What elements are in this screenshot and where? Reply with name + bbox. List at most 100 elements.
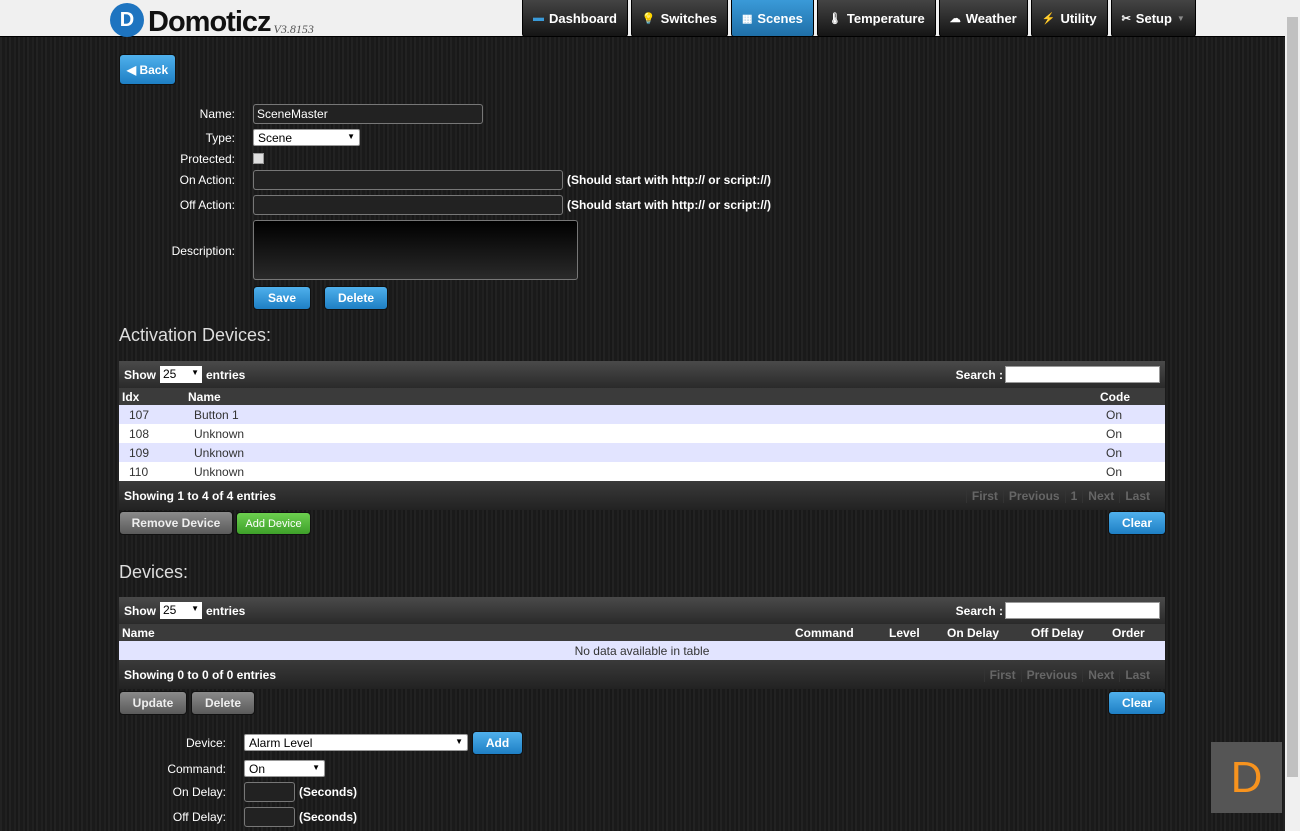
show-label: Show xyxy=(124,603,156,618)
scrollbar-thumb[interactable] xyxy=(1287,17,1298,777)
nav-dashboard[interactable]: ▬ Dashboard xyxy=(522,0,628,37)
update-button[interactable]: Update xyxy=(119,691,187,715)
nav-label: Utility xyxy=(1060,10,1097,26)
nav-label: Setup xyxy=(1135,10,1172,26)
col-idx[interactable]: Idx xyxy=(122,390,139,404)
activation-devices-title: Activation Devices: xyxy=(119,325,272,345)
page-last[interactable]: Last xyxy=(1119,667,1155,682)
name-label: Name: xyxy=(199,107,235,121)
cell-name: Unknown xyxy=(194,426,245,441)
cell-name: Button 1 xyxy=(194,407,239,422)
on-delay-unit: (Seconds) xyxy=(299,785,358,799)
col-code[interactable]: Code xyxy=(1100,390,1130,404)
nav-setup[interactable]: ✂ Setup ▼ xyxy=(1110,0,1196,37)
off-action-input[interactable] xyxy=(253,195,563,215)
off-action-label: Off Action: xyxy=(179,198,235,212)
page-previous[interactable]: Previous xyxy=(1020,667,1083,682)
app-version: V3.8153 xyxy=(273,22,314,36)
clear-devices-button[interactable]: Clear xyxy=(1108,691,1166,715)
command-select[interactable]: On xyxy=(244,760,325,777)
type-label: Type: xyxy=(205,131,235,145)
table-info: Showing 1 to 4 of 4 entries xyxy=(124,488,277,503)
nav-utility[interactable]: ⚡ Utility xyxy=(1030,0,1108,37)
save-button[interactable]: Save xyxy=(253,286,311,310)
table-row[interactable]: 110 Unknown On xyxy=(119,462,1165,481)
pagination: First Previous Next Last xyxy=(983,667,1155,682)
page-previous[interactable]: Previous xyxy=(1002,488,1065,503)
page-first[interactable]: First xyxy=(983,667,1021,682)
on-delay-label: On Delay: xyxy=(172,785,226,799)
on-action-label: On Action: xyxy=(179,173,235,187)
page-last[interactable]: Last xyxy=(1119,488,1155,503)
dashboard-icon: ▬ xyxy=(533,12,544,24)
name-input[interactable]: SceneMaster xyxy=(253,104,483,124)
description-textarea[interactable] xyxy=(253,220,578,280)
devices-title: Devices: xyxy=(119,562,189,582)
cell-name: Unknown xyxy=(194,464,245,479)
nav-switches[interactable]: 💡 Switches xyxy=(630,0,728,37)
col-order[interactable]: Order xyxy=(1112,626,1145,640)
col-off-delay[interactable]: Off Delay xyxy=(1031,626,1084,640)
app-name: Domoticz xyxy=(148,6,271,38)
off-delay-input[interactable] xyxy=(244,807,295,827)
pagination: First Previous 1 Next Last xyxy=(965,488,1155,503)
page-first[interactable]: First xyxy=(965,488,1003,503)
cell-code: On xyxy=(1106,407,1123,422)
search-input[interactable] xyxy=(1005,366,1160,383)
table-row[interactable]: 109 Unknown On xyxy=(119,443,1165,462)
col-name[interactable]: Name xyxy=(188,390,221,404)
on-action-hint: (Should start with http:// or script://) xyxy=(567,173,771,187)
domoticz-badge[interactable]: D xyxy=(1211,742,1282,813)
scrollbar[interactable] xyxy=(1285,0,1300,831)
scenes-icon: ▦ xyxy=(741,12,753,25)
col-name[interactable]: Name xyxy=(122,626,155,640)
protected-checkbox[interactable] xyxy=(253,153,264,164)
cell-code: On xyxy=(1106,464,1123,479)
cell-idx: 110 xyxy=(129,464,149,479)
search-input[interactable] xyxy=(1005,602,1160,619)
top-header: D Domoticz V3.8153 ▬ Dashboard 💡 Switches … xyxy=(0,0,1285,37)
nav-label: Scenes xyxy=(757,10,803,26)
entries-select[interactable]: 25 xyxy=(160,366,202,383)
description-label: Description: xyxy=(171,244,235,258)
table-row[interactable]: 108 Unknown On xyxy=(119,424,1165,443)
delete-device-button[interactable]: Delete xyxy=(191,691,255,715)
cell-idx: 108 xyxy=(129,426,150,441)
clear-activation-button[interactable]: Clear xyxy=(1108,511,1166,535)
page-next[interactable]: Next xyxy=(1082,488,1119,503)
cell-code: On xyxy=(1106,426,1123,441)
logo-icon: D xyxy=(110,3,144,37)
nav-temperature[interactable]: 🌡 Temperature xyxy=(816,0,936,37)
empty-message: No data available in table xyxy=(574,643,710,658)
device-select[interactable]: Alarm Level xyxy=(244,734,468,751)
add-device-button[interactable]: Add Device xyxy=(236,512,311,535)
table-row[interactable]: 107 Button 1 On xyxy=(119,405,1165,424)
nav-scenes[interactable]: ▦ Scenes xyxy=(730,0,814,37)
entries-select[interactable]: 25 xyxy=(160,602,202,619)
add-button[interactable]: Add xyxy=(472,731,523,755)
col-command[interactable]: Command xyxy=(795,626,854,640)
utility-icon: ⚡ xyxy=(1041,12,1056,25)
search-label: Search : xyxy=(955,603,1003,618)
activation-devices-table: Show 25 entries Search : Idx Name Code 107 Bu… xyxy=(119,361,1165,510)
nav-label: Switches xyxy=(660,10,717,26)
type-select[interactable]: Scene xyxy=(253,129,360,146)
page-next[interactable]: Next xyxy=(1082,667,1119,682)
logo[interactable]: D Domoticz V3.8153 xyxy=(110,3,314,37)
col-on-delay[interactable]: On Delay xyxy=(947,626,999,640)
off-delay-unit: (Seconds) xyxy=(299,810,358,824)
on-delay-input[interactable] xyxy=(244,782,295,802)
cell-idx: 109 xyxy=(129,445,150,460)
empty-row: No data available in table xyxy=(119,641,1165,660)
search-label: Search : xyxy=(955,367,1003,382)
col-level[interactable]: Level xyxy=(889,626,920,640)
table-info: Showing 0 to 0 of 0 entries xyxy=(124,667,277,682)
thermometer-icon: 🌡 xyxy=(827,12,842,25)
back-button[interactable]: ◀ Back xyxy=(119,54,176,85)
delete-scene-button[interactable]: Delete xyxy=(324,286,388,310)
on-action-input[interactable] xyxy=(253,170,563,190)
remove-device-button[interactable]: Remove Device xyxy=(119,511,233,535)
nav-weather[interactable]: ☁ Weather xyxy=(938,0,1028,37)
page-1[interactable]: 1 xyxy=(1064,488,1083,503)
device-label: Device: xyxy=(185,736,226,750)
